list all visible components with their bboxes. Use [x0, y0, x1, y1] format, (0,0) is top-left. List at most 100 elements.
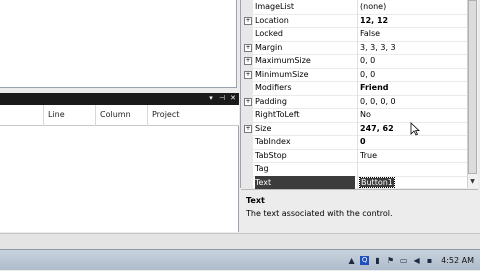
property-row-size[interactable]: + Size 247, 62: [241, 121, 468, 136]
property-value[interactable]: 0, 0: [360, 68, 460, 82]
property-row-gutter: +: [241, 40, 253, 54]
property-value[interactable]: No: [360, 108, 460, 122]
expand-plus-icon[interactable]: +: [244, 16, 252, 25]
property-row-imagelist[interactable]: ImageList (none): [241, 0, 468, 15]
property-value-text: True: [360, 150, 377, 160]
taskbar-clock[interactable]: 4:52 AM: [441, 256, 474, 265]
close-icon[interactable]: ✕: [229, 94, 237, 103]
column-divider: [357, 148, 358, 162]
search-app-icon[interactable]: Q: [360, 256, 370, 265]
property-name: Text: [255, 175, 355, 189]
property-value-text: 0, 0, 0, 0: [360, 96, 396, 106]
scrollbar-thumb[interactable]: [468, 0, 477, 174]
column-header-line[interactable]: Line: [43, 105, 98, 126]
property-value-text: (none): [360, 2, 387, 11]
property-row-gutter: +: [241, 121, 253, 135]
error-list-title-bar: ▾ ⊣ ✕: [0, 93, 239, 105]
property-value[interactable]: 3, 3, 3, 3: [360, 41, 460, 55]
property-row-tabstop[interactable]: TabStop True: [241, 148, 468, 163]
property-row-gutter: [241, 162, 253, 176]
column-divider: [357, 81, 358, 95]
property-row-righttoleft[interactable]: RightToLeft No: [241, 108, 468, 123]
property-value[interactable]: False: [360, 27, 460, 41]
taskbar: ▲ Q ▮ ⚑ ▭ ◀ ▪ 4:52 AM: [0, 249, 480, 270]
mouse-cursor-icon: [410, 122, 420, 136]
property-row-modifiers[interactable]: Modifiers Friend: [241, 81, 468, 96]
window-position-icon[interactable]: ▾: [207, 94, 215, 103]
property-value[interactable]: 0, 0: [360, 54, 460, 68]
scroll-down-icon[interactable]: ▼: [467, 177, 478, 187]
column-divider: [357, 54, 358, 68]
expand-plus-icon[interactable]: +: [244, 70, 252, 79]
property-name: Modifiers: [255, 83, 292, 92]
expand-plus-icon[interactable]: +: [244, 43, 252, 52]
property-row-location[interactable]: + Location 12, 12: [241, 13, 468, 28]
property-name: Size: [255, 123, 272, 133]
property-name: MinimumSize: [255, 69, 309, 79]
column-divider: [357, 108, 358, 122]
display-icon[interactable]: ▭: [399, 256, 408, 265]
language-icon[interactable]: ▪: [425, 256, 434, 265]
column-divider: [357, 175, 358, 189]
designer-surface[interactable]: [0, 0, 237, 88]
property-name: TabStop: [255, 150, 287, 160]
expand-plus-icon[interactable]: +: [244, 124, 252, 133]
network-icon[interactable]: ▮: [373, 256, 382, 265]
property-description-pane: Text The text associated with the contro…: [241, 189, 478, 233]
description-text: The text associated with the control.: [246, 209, 393, 218]
property-value-text: 12, 12: [360, 15, 389, 25]
property-row-tabindex[interactable]: TabIndex 0: [241, 135, 468, 150]
property-name: Margin: [255, 42, 283, 52]
property-name: Location: [255, 15, 289, 25]
property-value-text: No: [360, 110, 371, 119]
property-row-gutter: [241, 0, 253, 14]
column-divider: [357, 67, 358, 81]
property-row-gutter: +: [241, 94, 253, 108]
expand-plus-icon[interactable]: +: [244, 97, 252, 106]
property-value-text: 3, 3, 3, 3: [360, 42, 396, 52]
action-center-icon[interactable]: ⚑: [386, 256, 395, 265]
property-value-text: 0, 0: [360, 69, 376, 79]
column-header-column[interactable]: Column: [95, 105, 152, 126]
property-row-margin[interactable]: + Margin 3, 3, 3, 3: [241, 40, 468, 55]
property-value[interactable]: (none): [360, 0, 460, 14]
property-row-maximumsize[interactable]: + MaximumSize 0, 0: [241, 54, 468, 69]
property-value[interactable]: 12, 12: [360, 14, 460, 28]
property-row-locked[interactable]: Locked False: [241, 27, 468, 42]
volume-icon[interactable]: ◀: [412, 256, 421, 265]
property-value[interactable]: True: [360, 149, 460, 163]
column-header-project[interactable]: Project: [147, 105, 244, 126]
property-name: Tag: [255, 164, 269, 173]
property-row-gutter: +: [241, 67, 253, 81]
property-value-text: 0: [360, 137, 366, 146]
expand-plus-icon[interactable]: +: [244, 57, 252, 65]
property-row-minimumsize[interactable]: + MinimumSize 0, 0: [241, 67, 468, 82]
property-value-text: 247, 62: [360, 123, 394, 133]
property-name: TabIndex: [255, 137, 291, 146]
property-row-gutter: [241, 148, 253, 162]
property-value[interactable]: 0: [360, 135, 460, 149]
property-value-text: 0, 0: [360, 56, 376, 65]
property-value[interactable]: 0, 0, 0, 0: [360, 95, 460, 109]
property-value-text: False: [360, 29, 381, 38]
property-row-gutter: [241, 27, 253, 41]
property-row-gutter: [241, 81, 253, 95]
property-row-padding[interactable]: + Padding 0, 0, 0, 0: [241, 94, 468, 109]
column-divider: [357, 121, 358, 135]
column-divider: [357, 162, 358, 176]
property-row-gutter: [241, 175, 253, 189]
show-hidden-icons-icon[interactable]: ▲: [347, 256, 356, 265]
auto-hide-pin-icon[interactable]: ⊣: [218, 94, 226, 103]
column-divider: [357, 13, 358, 27]
property-name: RightToLeft: [255, 110, 300, 119]
property-row-gutter: [241, 108, 253, 122]
column-divider: [357, 94, 358, 108]
property-value[interactable]: Friend: [360, 81, 460, 95]
property-row-tag[interactable]: Tag: [241, 162, 468, 177]
property-value[interactable]: [360, 162, 460, 176]
property-value[interactable]: Button1: [359, 176, 460, 190]
system-tray: ▲ Q ▮ ⚑ ▭ ◀ ▪ 4:52 AM: [347, 250, 480, 271]
property-row-gutter: [241, 135, 253, 149]
description-title: Text: [246, 196, 265, 205]
property-row-text[interactable]: Text Button1: [241, 175, 468, 190]
